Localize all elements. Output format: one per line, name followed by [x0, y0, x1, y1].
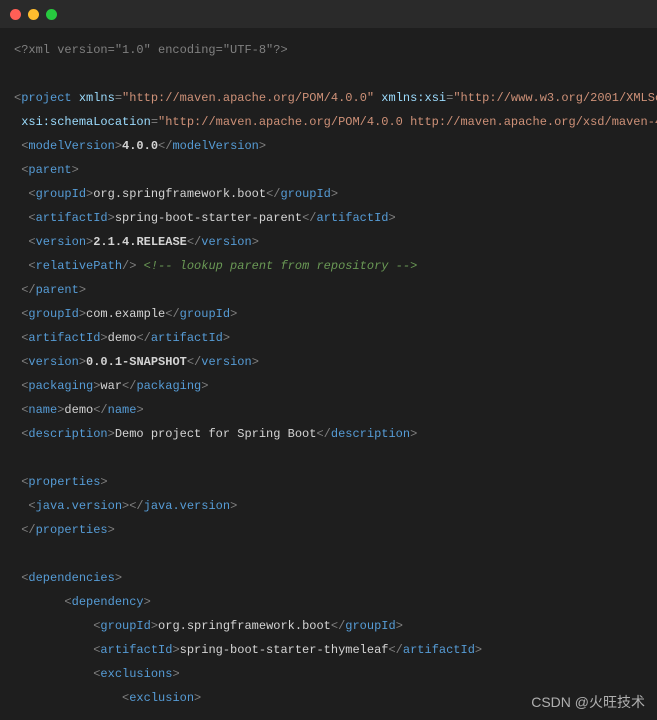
- model-version-value: 4.0.0: [122, 139, 158, 153]
- project-artifactid: demo: [108, 331, 137, 345]
- xml-declaration: <?xml version="1.0" encoding="UTF-8"?>: [14, 43, 288, 57]
- code-editor[interactable]: <?xml version="1.0" encoding="UTF-8"?> <…: [0, 28, 657, 710]
- watermark: CSDN @火旺技术: [531, 692, 645, 712]
- packaging-value: war: [100, 379, 122, 393]
- zoom-icon[interactable]: [46, 9, 57, 20]
- titlebar: [0, 0, 657, 28]
- close-icon[interactable]: [10, 9, 21, 20]
- name-value: demo: [64, 403, 93, 417]
- dep0-artifactid: spring-boot-starter-thymeleaf: [180, 643, 389, 657]
- project-version: 0.0.1-SNAPSHOT: [86, 355, 187, 369]
- dep0-groupid: org.springframework.boot: [158, 619, 331, 633]
- relativepath-comment: <!-- lookup parent from repository -->: [144, 259, 418, 273]
- parent-artifactid: spring-boot-starter-parent: [115, 211, 302, 225]
- parent-version: 2.1.4.RELEASE: [93, 235, 187, 249]
- minimize-icon[interactable]: [28, 9, 39, 20]
- parent-groupid: org.springframework.boot: [93, 187, 266, 201]
- tag-project: project: [21, 91, 71, 105]
- project-groupid: com.example: [86, 307, 165, 321]
- description-value: Demo project for Spring Boot: [115, 427, 317, 441]
